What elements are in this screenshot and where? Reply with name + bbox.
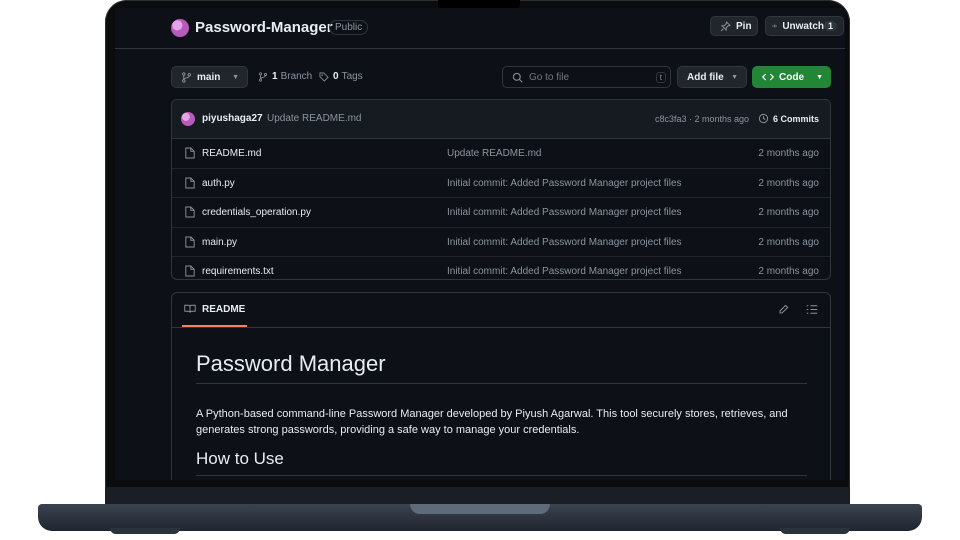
add-file-label: Add file bbox=[687, 71, 724, 83]
file-time: 2 months ago bbox=[758, 207, 819, 219]
branches-link[interactable]: 1 Branch bbox=[258, 71, 312, 82]
laptop-hinge bbox=[410, 504, 550, 514]
avatar[interactable] bbox=[181, 112, 195, 126]
tag-count: 0 bbox=[333, 71, 339, 82]
file-icon bbox=[185, 265, 195, 277]
file-commit-message[interactable]: Initial commit: Added Password Manager p… bbox=[447, 178, 682, 189]
file-commit-message[interactable]: Initial commit: Added Password Manager p… bbox=[447, 207, 682, 218]
readme-section-heading: How to Use bbox=[196, 449, 807, 476]
tag-icon bbox=[319, 72, 329, 82]
laptop-foot-left bbox=[110, 528, 180, 534]
file-name[interactable]: README.md bbox=[202, 148, 261, 159]
file-name[interactable]: main.py bbox=[202, 237, 237, 248]
file-commit-message[interactable]: Initial commit: Added Password Manager p… bbox=[447, 237, 682, 248]
file-name[interactable]: credentials_operation.py bbox=[202, 207, 311, 218]
code-button[interactable]: Code ▼ bbox=[752, 66, 831, 88]
file-time: 2 months ago bbox=[758, 177, 819, 189]
chevron-down-icon: ▼ bbox=[232, 73, 239, 81]
file-icon bbox=[185, 177, 195, 189]
branch-icon bbox=[258, 71, 268, 82]
readme-tab-label: README bbox=[202, 303, 246, 315]
file-name[interactable]: requirements.txt bbox=[202, 266, 274, 277]
table-row[interactable]: README.md Update README.md 2 months ago bbox=[172, 139, 830, 169]
commits-count: 6 Commits bbox=[773, 113, 820, 124]
outline-icon[interactable] bbox=[806, 304, 818, 315]
repo-name[interactable]: Password-Manager bbox=[195, 19, 333, 36]
tag-count-label: Tags bbox=[341, 71, 363, 82]
shortcut-key: t bbox=[655, 71, 666, 83]
tab-readme[interactable]: README bbox=[182, 293, 248, 327]
code-label: Code bbox=[779, 71, 804, 83]
unwatch-button[interactable]: Unwatch 1 bbox=[765, 16, 844, 36]
add-file-button[interactable]: Add file ▼ bbox=[677, 66, 747, 88]
file-browser: piyushaga27 Update README.md c8c3fa3 · 2… bbox=[171, 99, 831, 280]
repo-header: Password-Manager Public Pin Unwatch 1 bbox=[115, 8, 845, 49]
commit-hash-time[interactable]: c8c3fa3 · 2 months ago bbox=[655, 114, 749, 124]
history-icon bbox=[758, 113, 769, 124]
code-icon bbox=[762, 73, 774, 81]
branch-name: main bbox=[197, 71, 221, 83]
file-name[interactable]: auth.py bbox=[202, 178, 235, 189]
table-row[interactable]: main.py Initial commit: Added Password M… bbox=[172, 228, 830, 258]
table-row[interactable]: requirements.txt Initial commit: Added P… bbox=[172, 257, 830, 279]
branch-count-label: Branch bbox=[280, 71, 313, 82]
laptop-foot-right bbox=[780, 528, 850, 534]
owner-avatar[interactable] bbox=[171, 19, 189, 37]
commits-link[interactable]: 6 Commits bbox=[758, 113, 819, 124]
pin-label: Pin bbox=[736, 20, 752, 32]
commit-author[interactable]: piyushaga27 bbox=[202, 113, 263, 124]
pin-icon bbox=[720, 20, 731, 31]
go-to-file-placeholder: Go to file bbox=[529, 71, 570, 83]
search-icon bbox=[512, 72, 523, 83]
go-to-file-input[interactable]: Go to file t bbox=[502, 66, 671, 88]
table-row[interactable]: auth.py Initial commit: Added Password M… bbox=[172, 169, 830, 199]
file-icon bbox=[185, 206, 195, 218]
chevron-down-icon: ▼ bbox=[731, 73, 738, 81]
branch-select-button[interactable]: main ▼ bbox=[171, 66, 248, 88]
readme-title: Password Manager bbox=[196, 351, 807, 384]
pin-button[interactable]: Pin bbox=[710, 16, 758, 36]
visibility-badge: Public bbox=[329, 20, 369, 35]
commit-message[interactable]: Update README.md bbox=[267, 113, 361, 124]
file-commit-message[interactable]: Update README.md bbox=[447, 148, 541, 159]
watch-count: 1 bbox=[823, 21, 837, 31]
readme-header: README bbox=[172, 293, 830, 328]
file-time: 2 months ago bbox=[758, 266, 819, 278]
readme-panel: README Password Manager A Python-based c… bbox=[171, 292, 831, 480]
branch-icon bbox=[182, 71, 191, 83]
branch-count: 1 bbox=[272, 71, 278, 82]
book-icon bbox=[184, 304, 196, 313]
tags-link[interactable]: 0 Tags bbox=[319, 71, 363, 82]
file-time: 2 months ago bbox=[758, 236, 819, 248]
file-icon bbox=[185, 147, 195, 159]
unwatch-label: Unwatch bbox=[782, 20, 824, 32]
file-icon bbox=[185, 236, 195, 248]
github-repo-page: Password-Manager Public Pin Unwatch 1 ma… bbox=[115, 8, 845, 480]
pencil-icon[interactable] bbox=[778, 304, 789, 315]
file-commit-message[interactable]: Initial commit: Added Password Manager p… bbox=[447, 266, 682, 277]
eye-icon bbox=[772, 24, 778, 28]
file-time: 2 months ago bbox=[758, 148, 819, 159]
table-row[interactable]: credentials_operation.py Initial commit:… bbox=[172, 198, 830, 228]
latest-commit-bar: piyushaga27 Update README.md c8c3fa3 · 2… bbox=[172, 100, 830, 139]
chevron-down-icon: ▼ bbox=[816, 73, 823, 81]
readme-description: A Python-based command-line Password Man… bbox=[196, 408, 788, 436]
